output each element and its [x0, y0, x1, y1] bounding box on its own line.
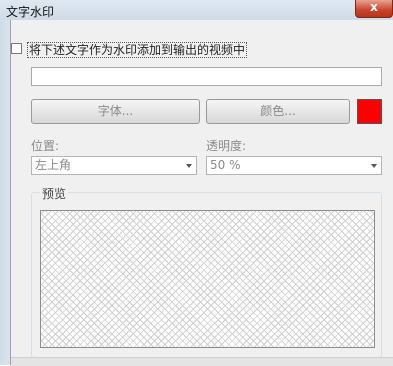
preview-group: 预览 [31, 185, 382, 358]
window-title: 文字水印 [6, 5, 55, 19]
color-swatch[interactable] [357, 99, 382, 124]
opacity-label: 透明度: [206, 139, 247, 153]
color-button[interactable]: 颜色... [206, 99, 350, 124]
enable-watermark-label[interactable]: 将下述文字作为水印添加到输出的视频中 [27, 42, 248, 58]
window-frame [0, 20, 10, 365]
dialog-body: 将下述文字作为水印添加到输出的视频中 字体... 颜色... 位置: 透明度: … [10, 20, 393, 366]
preview-label: 预览 [40, 185, 69, 202]
chevron-down-icon [186, 164, 192, 168]
chevron-down-icon [371, 164, 377, 168]
enable-watermark-checkbox[interactable] [11, 43, 22, 54]
position-label: 位置: [31, 139, 60, 153]
position-dropdown[interactable]: 左上角 [31, 156, 197, 175]
opacity-dropdown[interactable]: 50 % [206, 156, 382, 175]
close-icon: x [370, 0, 378, 14]
preview-canvas [40, 210, 375, 348]
watermark-text-input[interactable] [31, 67, 382, 86]
title-bar: 文字水印 x [0, 0, 393, 20]
position-value: 左上角 [35, 158, 72, 172]
font-button[interactable]: 字体... [31, 99, 200, 124]
opacity-value: 50 % [210, 158, 241, 172]
close-button[interactable]: x [355, 0, 393, 18]
